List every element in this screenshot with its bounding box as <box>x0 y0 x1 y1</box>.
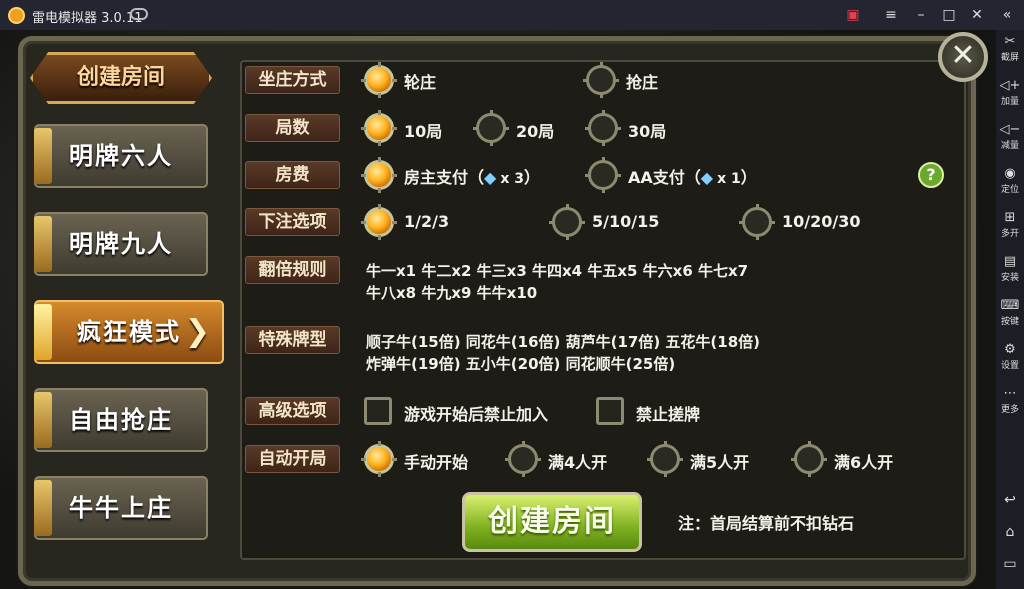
option-fee-aa: AA支付（◆ x 1） <box>628 168 757 187</box>
option-no-rub: 禁止搓牌 <box>636 405 701 424</box>
sidebar-item-keyboard[interactable]: ⌨ 按键 <box>996 298 1024 327</box>
gift-icon[interactable]: ▣ <box>842 4 864 26</box>
sidebar-item-location[interactable]: ◉ 定位 <box>996 166 1024 195</box>
option-rounds-20: 20局 <box>516 122 555 141</box>
option-no-join: 游戏开始后禁止加入 <box>404 405 549 424</box>
tab-edge <box>34 392 52 448</box>
game-screen: 创建房间 ✕ 明牌六人 明牌九人 疯狂模式 ❯ 自由抢庄 牛牛上庄 坐庄方式 轮庄… <box>0 30 996 589</box>
volume-up-icon: ◁+ <box>999 78 1021 93</box>
scissors-icon: ✂ <box>1004 34 1016 49</box>
tab-edge <box>34 216 52 272</box>
window-title: 雷电模拟器 3.0.11 <box>32 11 143 26</box>
special-line1: 顺子牛(15倍) 同花牛(16倍) 葫芦牛(17倍) 五花牛(18倍) <box>366 333 761 351</box>
option-manual-start: 手动开始 <box>404 453 469 472</box>
option-fee-owner: 房主支付（◆ x 3） <box>404 168 541 187</box>
tab-edge <box>34 480 52 536</box>
radio-rounds-10[interactable] <box>361 110 397 146</box>
double-rules-line2: 牛八x8 牛九x9 牛牛x10 <box>366 284 538 302</box>
radio-auto-5[interactable] <box>647 441 683 477</box>
label-banker-mode: 坐庄方式 <box>245 66 340 94</box>
checkbox-no-rub[interactable] <box>596 397 624 425</box>
special-line2: 炸弹牛(19倍) 五小牛(20倍) 同花顺牛(25倍) <box>366 355 676 373</box>
tab-mingpai-six[interactable]: 明牌六人 <box>34 124 208 188</box>
sidebar-item-settings[interactable]: ⚙ 设置 <box>996 342 1024 371</box>
radio-auto-6[interactable] <box>791 441 827 477</box>
close-icon[interactable]: ✕ <box>966 4 988 26</box>
settings-icon: ⚙ <box>1004 342 1016 357</box>
location-icon: ◉ <box>1004 166 1016 181</box>
tab-niuniu-banker[interactable]: 牛牛上庄 <box>34 476 208 540</box>
sidebar-item-volume-up[interactable]: ◁+ 加量 <box>996 78 1024 107</box>
back-nav-icon[interactable]: ↩ <box>996 492 1024 508</box>
option-auto-4: 满4人开 <box>548 453 608 472</box>
option-banker-grab: 抢庄 <box>626 73 659 92</box>
sidebar-item-install[interactable]: ▤ 安装 <box>996 254 1024 283</box>
diamond-icon: ◆ <box>700 168 714 187</box>
sidebar-item-volume-down[interactable]: ◁− 减量 <box>996 122 1024 151</box>
double-rules-line1: 牛一x1 牛二x2 牛三x3 牛四x4 牛五x5 牛六x6 牛七x7 <box>366 262 749 280</box>
label-advanced: 高级选项 <box>245 397 340 425</box>
multi-window-icon: ⊞ <box>1004 210 1016 225</box>
radio-bet-1[interactable] <box>361 204 397 240</box>
tab-mingpai-nine[interactable]: 明牌九人 <box>34 212 208 276</box>
create-room-button[interactable]: 创建房间 <box>462 492 642 552</box>
option-banker-rotate: 轮庄 <box>404 73 437 92</box>
option-rounds-30: 30局 <box>628 122 667 141</box>
option-bet-1: 1/2/3 <box>404 212 450 231</box>
maximize-icon[interactable]: □ <box>938 4 960 26</box>
checkbox-no-join[interactable] <box>364 397 392 425</box>
label-rounds: 局数 <box>245 114 340 142</box>
label-auto-start: 自动开局 <box>245 445 340 473</box>
radio-auto-4[interactable] <box>505 441 541 477</box>
chevron-right-icon: ❯ <box>184 314 212 349</box>
radio-rounds-20[interactable] <box>473 110 509 146</box>
radio-manual-start[interactable] <box>361 441 397 477</box>
more-icon: ⋯ <box>1003 386 1017 401</box>
apk-install-icon: ▤ <box>1003 254 1017 269</box>
label-double-rules: 翻倍规则 <box>245 256 340 284</box>
gamepad-icon[interactable] <box>130 8 148 20</box>
dialog-title: 创建房间 <box>30 52 212 104</box>
option-auto-5: 满5人开 <box>690 453 750 472</box>
tab-crazy-mode[interactable]: 疯狂模式 ❯ <box>34 300 224 364</box>
radio-bet-2[interactable] <box>549 204 585 240</box>
menu-icon[interactable]: ≡ <box>880 4 902 26</box>
tab-edge <box>34 128 52 184</box>
radio-fee-owner[interactable] <box>361 157 397 193</box>
sidebar-item-screenshot[interactable]: ✂ 截屏 <box>996 34 1024 63</box>
emulator-sidebar: ✂ 截屏 ◁+ 加量 ◁− 减量 ◉ 定位 ⊞ 多开 ▤ 安装 ⌨ 按键 ⚙ 设置 ⋯ 更多 ↩ … <box>996 30 1024 589</box>
keyboard-icon: ⌨ <box>1000 298 1020 313</box>
recent-nav-icon[interactable]: ▭ <box>996 556 1024 572</box>
tab-edge <box>34 304 52 360</box>
window-titlebar: 雷电模拟器 3.0.11 ▣ ≡ – □ ✕ « <box>0 0 1024 30</box>
radio-bet-3[interactable] <box>739 204 775 240</box>
back-icon[interactable]: « <box>996 4 1018 26</box>
radio-banker-grab[interactable] <box>583 62 619 98</box>
option-bet-3: 10/20/30 <box>782 212 861 231</box>
help-button[interactable]: ? <box>918 162 944 188</box>
radio-rounds-30[interactable] <box>585 110 621 146</box>
option-bet-2: 5/10/15 <box>592 212 660 231</box>
minimize-icon[interactable]: – <box>910 4 932 26</box>
sidebar-item-more[interactable]: ⋯ 更多 <box>996 386 1024 415</box>
home-nav-icon[interactable]: ⌂ <box>996 524 1024 540</box>
dialog-close-button[interactable]: ✕ <box>938 32 988 82</box>
diamond-icon: ◆ <box>484 168 497 187</box>
radio-banker-rotate[interactable] <box>361 62 397 98</box>
label-fee: 房费 <box>245 161 340 189</box>
sidebar-item-multi[interactable]: ⊞ 多开 <box>996 210 1024 239</box>
label-special: 特殊牌型 <box>245 326 340 354</box>
option-auto-6: 满6人开 <box>834 453 894 472</box>
app-logo-icon <box>8 7 25 24</box>
volume-down-icon: ◁− <box>999 122 1021 137</box>
note-text: 注：首局结算前不扣钻石 <box>678 514 855 533</box>
label-bet: 下注选项 <box>245 208 340 236</box>
tab-free-banker[interactable]: 自由抢庄 <box>34 388 208 452</box>
radio-fee-aa[interactable] <box>585 157 621 193</box>
option-rounds-10: 10局 <box>404 122 443 141</box>
